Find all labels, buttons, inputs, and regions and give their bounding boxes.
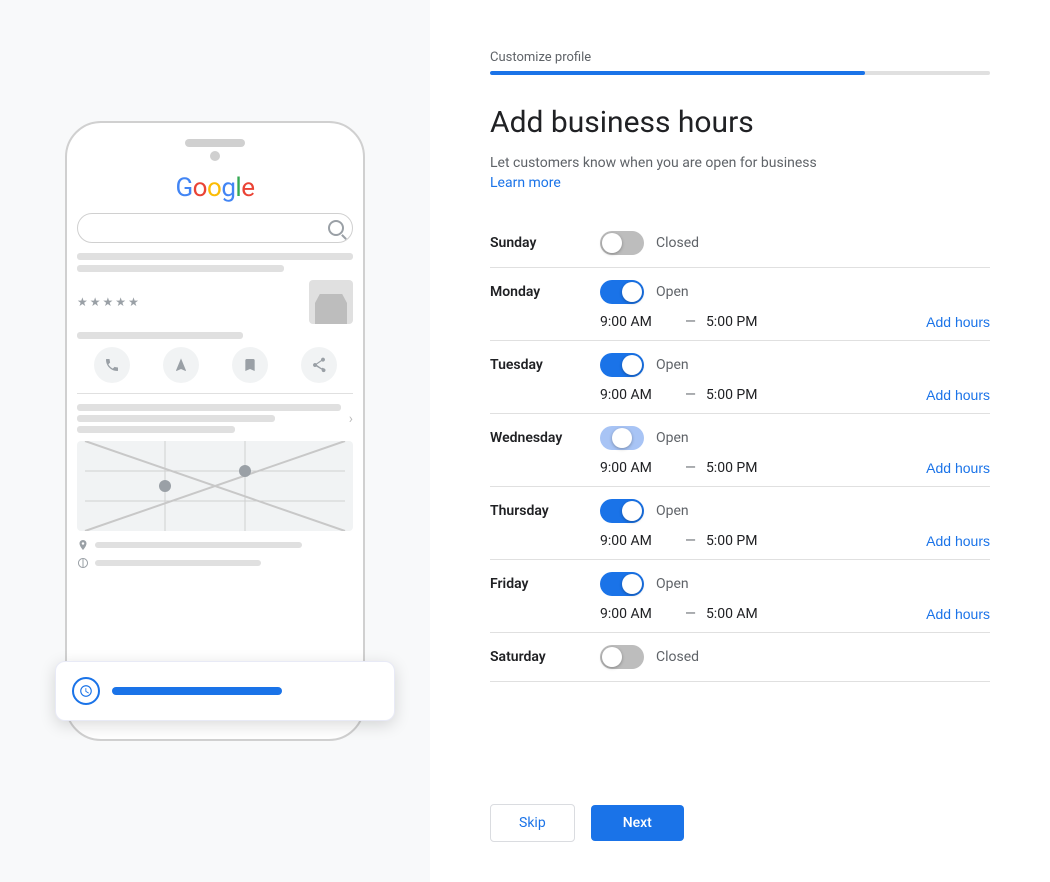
open-time-thursday: 9:00 AM: [600, 533, 675, 549]
clock-icon: [72, 677, 100, 705]
close-time-monday: 5:00 PM: [706, 314, 781, 330]
toggle-wednesday[interactable]: [600, 426, 644, 450]
close-time-thursday: 5:00 PM: [706, 533, 781, 549]
phone-divider: [77, 393, 353, 394]
page-subtitle: Let customers know when you are open for…: [490, 155, 990, 171]
close-time-friday: 5:00 AM: [706, 606, 781, 622]
toggle-monday[interactable]: [600, 280, 644, 304]
day-row-monday: Monday Open 9:00 AM — 5:00 PM Add hours: [490, 268, 990, 341]
progress-bar-track: [490, 71, 990, 75]
phone-search-icon: [328, 220, 344, 236]
open-time-friday: 9:00 AM: [600, 606, 675, 622]
time-dash-monday: —: [685, 314, 696, 330]
highlight-line: [112, 687, 282, 695]
day-row-thursday: Thursday Open 9:00 AM — 5:00 PM Add hour…: [490, 487, 990, 560]
phone-location-row: [77, 539, 353, 551]
toggle-friday[interactable]: [600, 572, 644, 596]
progress-bar-fill: [490, 71, 865, 75]
right-panel: Customize profile Add business hours Let…: [430, 0, 1050, 882]
phone-store-icon: [309, 280, 353, 324]
phone-save-btn: [232, 347, 268, 383]
phone-direction-btn: [163, 347, 199, 383]
skip-button[interactable]: Skip: [490, 804, 575, 842]
day-row-sunday: Sunday Closed: [490, 219, 990, 268]
day-name-saturday: Saturday: [490, 649, 600, 665]
toggle-saturday[interactable]: [600, 645, 644, 669]
day-name-monday: Monday: [490, 284, 600, 300]
time-dash-wednesday: —: [685, 460, 696, 476]
learn-more-link[interactable]: Learn more: [490, 175, 990, 191]
close-time-tuesday: 5:00 PM: [706, 387, 781, 403]
phone-search-bar: [77, 213, 353, 243]
footer-buttons: Skip Next: [490, 804, 990, 842]
open-time-tuesday: 9:00 AM: [600, 387, 675, 403]
add-hours-btn-tuesday[interactable]: Add hours: [926, 387, 990, 403]
toggle-status-saturday: Closed: [656, 649, 711, 665]
toggle-tuesday[interactable]: [600, 353, 644, 377]
add-hours-btn-monday[interactable]: Add hours: [926, 314, 990, 330]
phone-screen: Google ★ ★ ★ ★: [67, 171, 363, 739]
phone-speaker: [185, 139, 245, 147]
day-name-tuesday: Tuesday: [490, 357, 600, 373]
day-name-sunday: Sunday: [490, 235, 600, 251]
page-title: Add business hours: [490, 105, 990, 141]
time-dash-tuesday: —: [685, 387, 696, 403]
day-name-thursday: Thursday: [490, 503, 600, 519]
toggle-status-tuesday: Open: [656, 357, 711, 373]
toggle-sunday[interactable]: [600, 231, 644, 255]
day-row-tuesday: Tuesday Open 9:00 AM — 5:00 PM Add hours: [490, 341, 990, 414]
phone-action-row: [77, 347, 353, 383]
toggle-thursday[interactable]: [600, 499, 644, 523]
phone-call-btn: [94, 347, 130, 383]
open-time-monday: 9:00 AM: [600, 314, 675, 330]
toggle-status-thursday: Open: [656, 503, 711, 519]
phone-website-row: [77, 557, 353, 569]
progress-section: Customize profile: [490, 50, 990, 75]
phone-detail-lines: [77, 332, 353, 339]
day-name-wednesday: Wednesday: [490, 430, 600, 446]
phone-illustration: Google ★ ★ ★ ★: [0, 0, 430, 882]
day-row-friday: Friday Open 9:00 AM — 5:00 AM Add hours: [490, 560, 990, 633]
time-dash-thursday: —: [685, 533, 696, 549]
day-row-wednesday: Wednesday Open 9:00 AM — 5:00 PM Add hou…: [490, 414, 990, 487]
toggle-status-wednesday: Open: [656, 430, 711, 446]
phone-highlight-card: [55, 661, 395, 721]
phone-body: Google ★ ★ ★ ★: [65, 121, 365, 741]
progress-label: Customize profile: [490, 50, 990, 65]
google-logo: Google: [175, 173, 254, 203]
add-hours-btn-wednesday[interactable]: Add hours: [926, 460, 990, 476]
next-button[interactable]: Next: [591, 805, 684, 841]
phone-rating-row: ★ ★ ★ ★ ★: [77, 280, 353, 324]
close-time-wednesday: 5:00 PM: [706, 460, 781, 476]
phone-more-row: ›: [77, 404, 353, 433]
add-hours-btn-friday[interactable]: Add hours: [926, 606, 990, 622]
phone-camera: [210, 151, 220, 161]
toggle-status-monday: Open: [656, 284, 711, 300]
time-dash-friday: —: [685, 606, 696, 622]
day-row-saturday: Saturday Closed: [490, 633, 990, 682]
phone-map: [77, 441, 353, 531]
phone-stars: ★ ★ ★ ★ ★: [77, 295, 139, 309]
hours-section: Sunday Closed Monday Open 9:00 AM — 5:00…: [490, 219, 990, 774]
phone-result-lines: [77, 253, 353, 272]
add-hours-btn-thursday[interactable]: Add hours: [926, 533, 990, 549]
day-name-friday: Friday: [490, 576, 600, 592]
phone-share-btn: [301, 347, 337, 383]
toggle-status-sunday: Closed: [656, 235, 711, 251]
toggle-status-friday: Open: [656, 576, 711, 592]
open-time-wednesday: 9:00 AM: [600, 460, 675, 476]
